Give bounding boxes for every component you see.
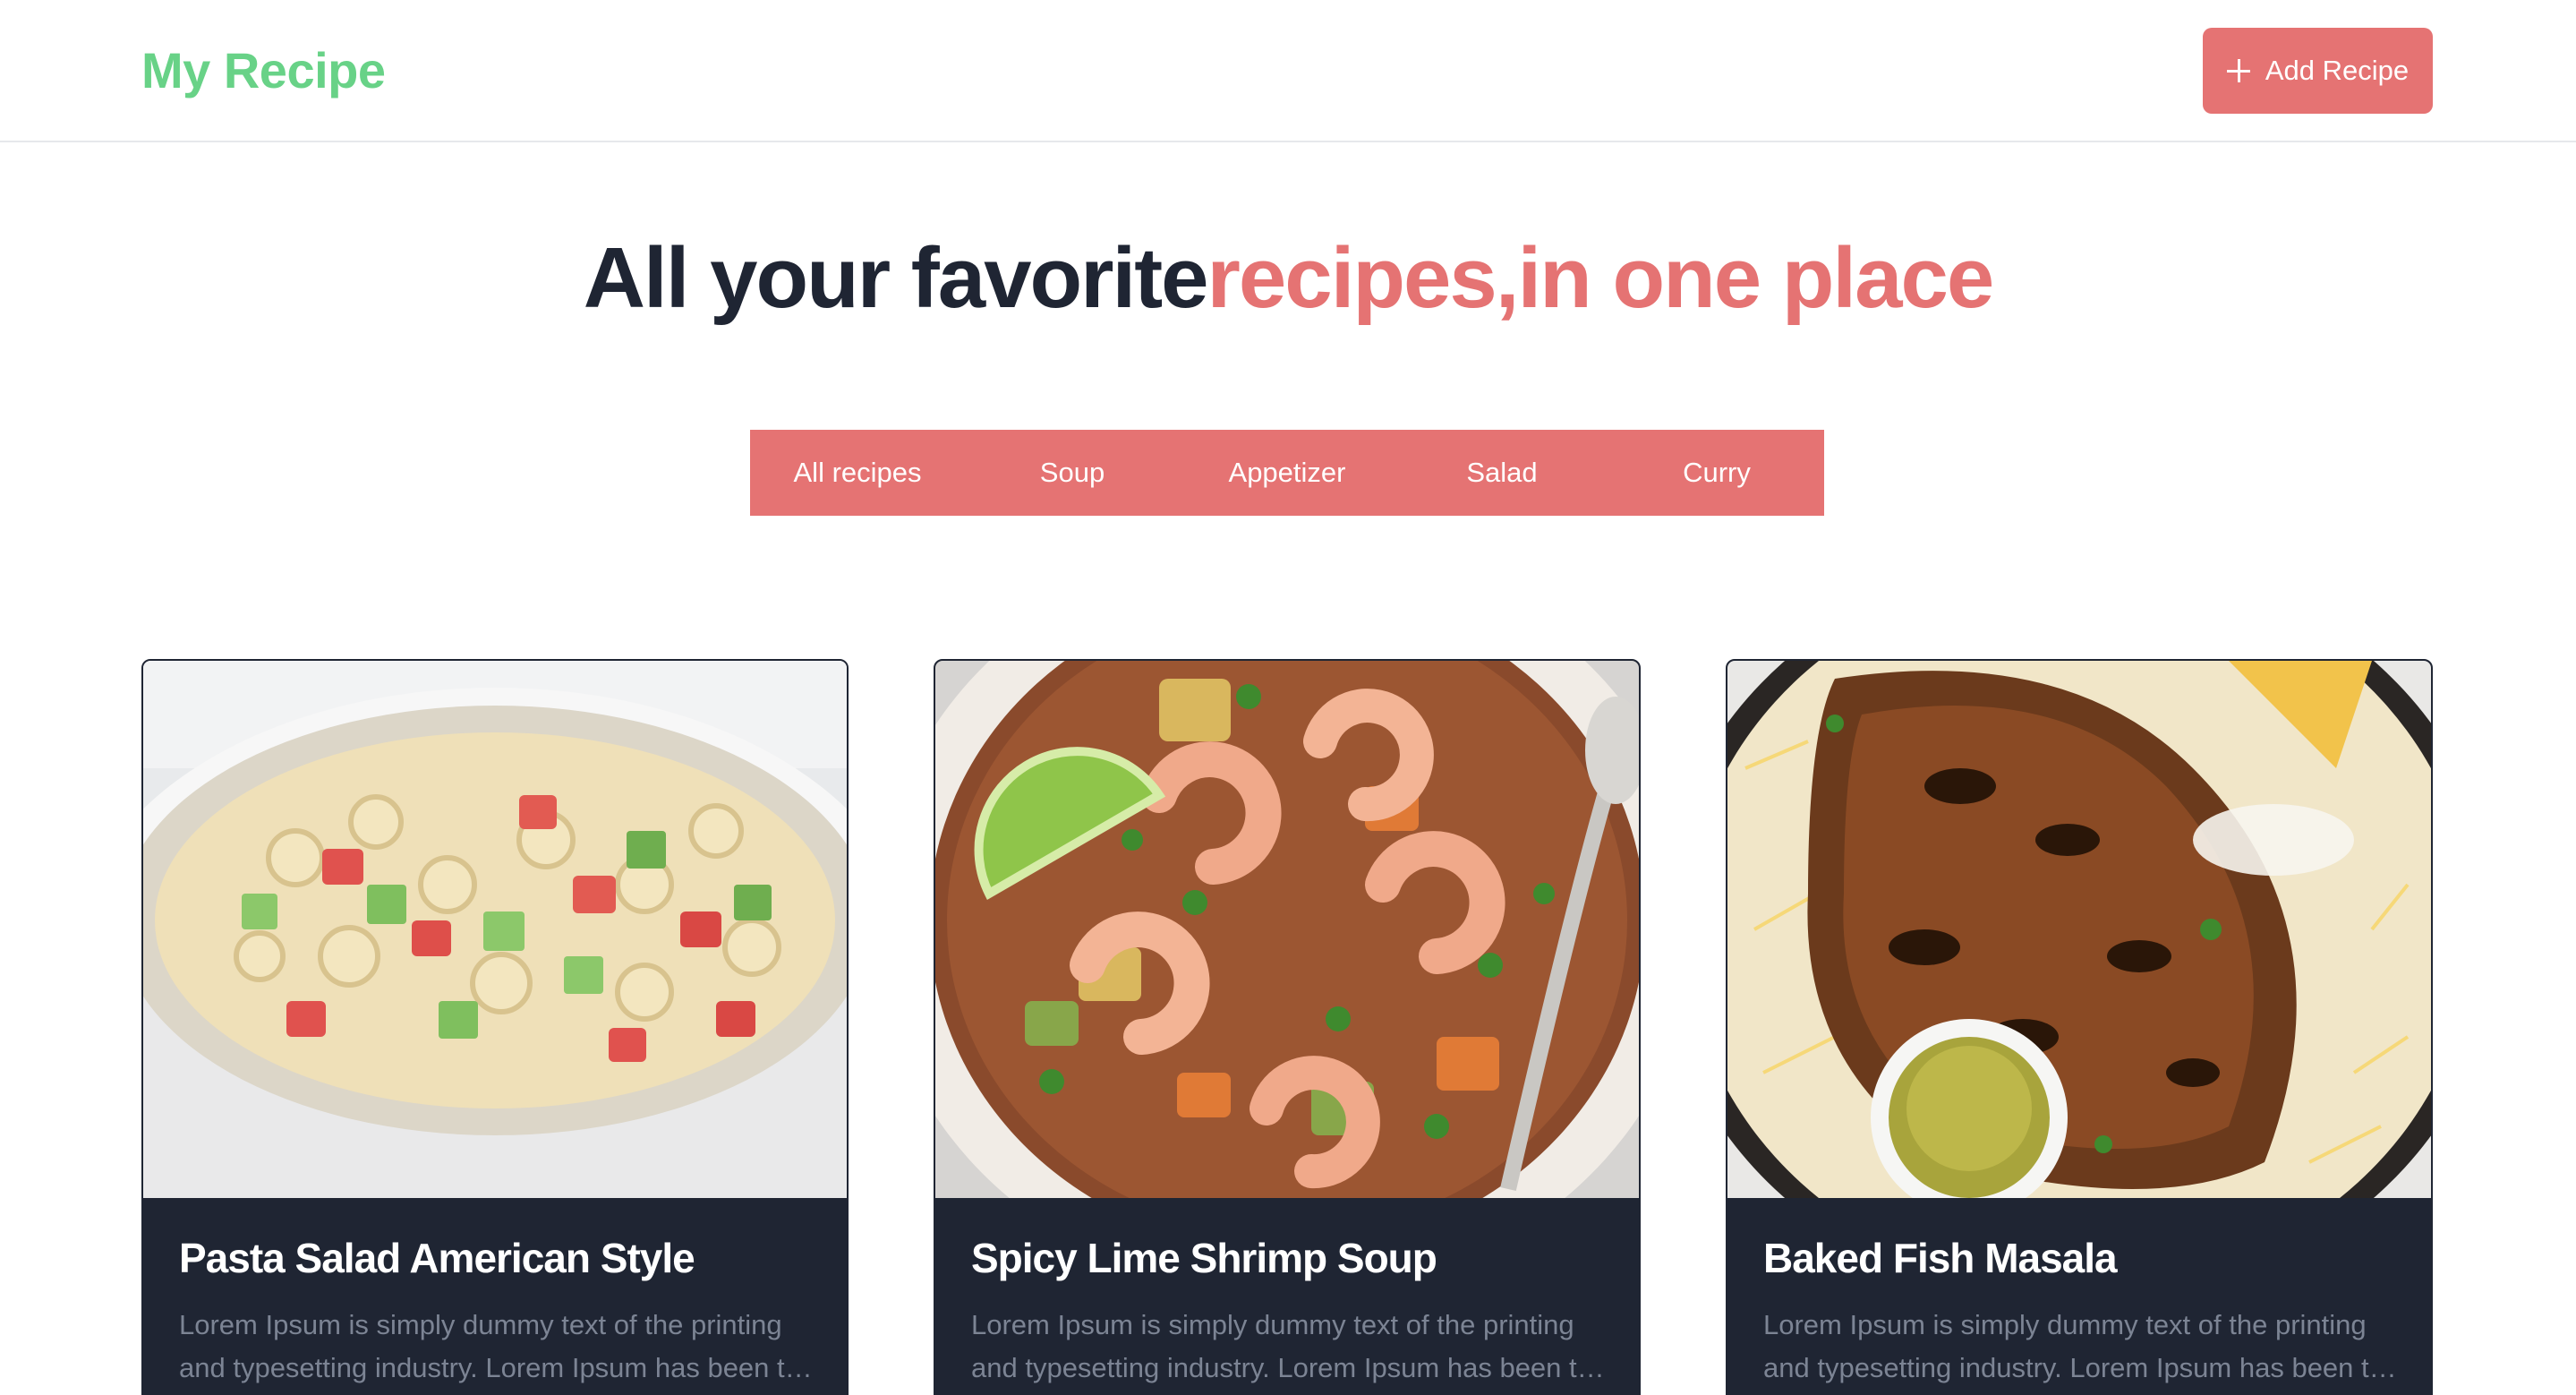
recipe-description: Lorem Ipsum is simply dummy text of the …	[179, 1309, 816, 1383]
category-filter-bar: All recipes Soup Appetizer Salad Curry	[750, 430, 1824, 516]
hero-title-part2: recipes,in one place	[1207, 230, 1995, 326]
recipe-title: Pasta Salad American Style	[179, 1235, 695, 1281]
plus-icon	[2226, 59, 2250, 82]
pasta-salad-photo	[143, 661, 847, 1198]
recipe-card-body: Pasta Salad American Style Lorem Ipsum i…	[143, 1198, 847, 1395]
fish-masala-photo	[1727, 661, 2431, 1198]
recipe-title: Baked Fish Masala	[1763, 1235, 2118, 1281]
add-recipe-button[interactable]: Add Recipe	[2203, 28, 2433, 114]
recipe-card[interactable]: Pasta Salad American Style Lorem Ipsum i…	[141, 659, 849, 1395]
category-tab-curry[interactable]: Curry	[1609, 457, 1824, 489]
page: My Recipe Add Recipe All your favoritere…	[0, 0, 2576, 1395]
recipe-card[interactable]: Spicy Lime Shrimp Soup Lorem Ipsum is si…	[934, 659, 1641, 1395]
add-recipe-label: Add Recipe	[2265, 55, 2410, 86]
category-tab-all-recipes[interactable]: All recipes	[750, 457, 965, 489]
recipe-card-body: Spicy Lime Shrimp Soup Lorem Ipsum is si…	[935, 1198, 1639, 1395]
category-tab-soup[interactable]: Soup	[965, 457, 1180, 489]
category-tab-salad[interactable]: Salad	[1395, 457, 1609, 489]
recipe-description: Lorem Ipsum is simply dummy text of the …	[971, 1309, 1608, 1383]
recipe-card[interactable]: Baked Fish Masala Lorem Ipsum is simply …	[1726, 659, 2433, 1395]
recipe-description: Lorem Ipsum is simply dummy text of the …	[1763, 1309, 2401, 1383]
top-navbar: My Recipe Add Recipe	[0, 0, 2576, 142]
hero-title-part1: All your favorite	[583, 230, 1209, 326]
hero-title: All your favoriterecipes,in one place	[0, 229, 2576, 328]
category-tab-appetizer[interactable]: Appetizer	[1180, 457, 1395, 489]
shrimp-soup-photo	[935, 661, 1639, 1198]
recipe-title: Spicy Lime Shrimp Soup	[971, 1235, 1437, 1281]
recipe-card-body: Baked Fish Masala Lorem Ipsum is simply …	[1727, 1198, 2431, 1395]
site-logo[interactable]: My Recipe	[141, 41, 386, 99]
